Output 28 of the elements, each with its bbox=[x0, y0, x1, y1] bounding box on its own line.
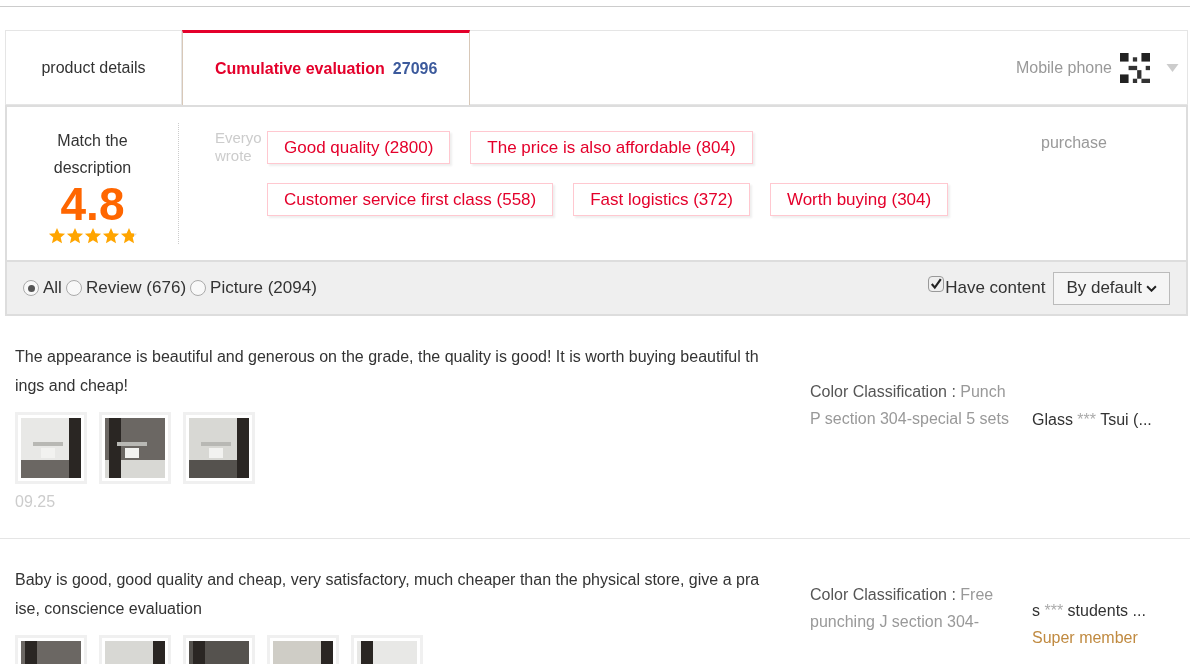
review-text: Baby is good, good quality and cheap, very satisfactory, much cheaper than the physical store, give a praise, conscience evaluation bbox=[15, 570, 760, 619]
reviewer-name: s *** students ... bbox=[1032, 601, 1146, 621]
member-level: Super member bbox=[1032, 628, 1139, 648]
tab[interactable]: Cumulative evaluation 27096 bbox=[182, 30, 471, 105]
filter-radio[interactable]: All bbox=[23, 275, 62, 301]
check-icon bbox=[930, 278, 943, 290]
photo-thumbnail[interactable] bbox=[15, 412, 87, 484]
qr-code-icon bbox=[1120, 52, 1150, 83]
photo-thumbnail[interactable] bbox=[99, 412, 171, 484]
impression-tag[interactable]: Fast logistics (372) bbox=[573, 183, 750, 216]
photo-thumbnail[interactable] bbox=[183, 412, 255, 484]
reviewer-name: Glass *** Tsui (... bbox=[1032, 410, 1152, 430]
rating-title: Match the description bbox=[52, 131, 133, 178]
have-content-checkbox[interactable]: Have content bbox=[928, 275, 1046, 301]
chevron-down-icon bbox=[1146, 284, 1157, 292]
filter-radio[interactable]: Review (676) bbox=[65, 275, 187, 301]
purchase-label: purchase bbox=[1041, 133, 1107, 153]
sort-dropdown[interactable]: By default bbox=[1053, 271, 1170, 305]
filter-radio[interactable]: Picture (2094) bbox=[190, 275, 317, 301]
color-classification: Color Classification : Punch P section 304-special 5 sets bbox=[810, 382, 1010, 429]
impression-tag[interactable]: The price is also affordable (804) bbox=[470, 131, 753, 164]
impression-tag[interactable]: Good quality (2800) bbox=[267, 131, 451, 164]
review-count: 27096 bbox=[392, 59, 438, 79]
impression-tag[interactable]: Customer service first class (558) bbox=[267, 183, 554, 216]
rating-score: 4.8 bbox=[60, 181, 125, 227]
impression-tag[interactable]: Worth buying (304) bbox=[769, 183, 949, 216]
color-classification: Color Classification : Free punching J section 304- bbox=[810, 585, 995, 632]
review-text: The appearance is beautiful and generous on the grade, the quality is good! It is worth buying beautiful things and cheap! bbox=[15, 347, 760, 396]
